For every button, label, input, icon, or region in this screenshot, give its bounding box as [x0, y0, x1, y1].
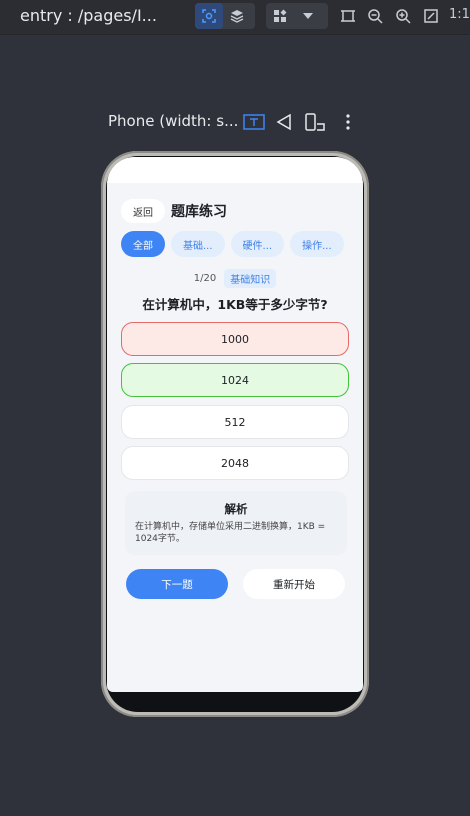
top-toolbar: entry : /pages/I... 1:1 [0, 0, 470, 35]
chevron-down-icon[interactable] [294, 3, 322, 29]
category-tabs: 全部 基础... 硬件... 操作... [121, 231, 344, 257]
tab-all[interactable]: 全部 [121, 231, 165, 257]
restart-button[interactable]: 重新开始 [243, 569, 345, 599]
page-title: 题库练习 [171, 204, 227, 220]
frame-icon[interactable] [336, 4, 360, 28]
entry-title[interactable]: entry : /pages/I... [20, 6, 157, 25]
zoom-ratio[interactable]: 1:1 [449, 7, 470, 22]
progress-counter: 1/20 [193, 273, 217, 284]
layers-icon[interactable] [223, 3, 251, 29]
more-icon[interactable] [337, 112, 359, 132]
back-button[interactable]: 返回 [121, 199, 165, 223]
option-c[interactable]: 512 [121, 405, 349, 439]
device-screen: 返回 题库练习 全部 基础... 硬件... 操作... 1/20 基础知识 在… [107, 157, 363, 692]
status-bar [107, 157, 363, 183]
fit-icon[interactable] [419, 4, 443, 28]
text-icon[interactable] [243, 112, 265, 132]
components-icon[interactable] [266, 3, 294, 29]
question-text: 在计算机中，1KB等于多少字节? [142, 297, 328, 312]
option-a[interactable]: 1000 [121, 322, 349, 356]
device-label[interactable]: Phone (width: s... [108, 112, 238, 130]
progress-row: 1/20 基础知识 [107, 269, 363, 288]
rotate-icon[interactable] [273, 112, 295, 132]
tab-operation[interactable]: 操作... [290, 231, 344, 257]
explanation-title: 解析 [224, 502, 248, 516]
inspect-group [195, 3, 255, 29]
option-d[interactable]: 2048 [121, 446, 349, 480]
zoom-in-icon[interactable] [391, 4, 415, 28]
explanation-card: 解析 在计算机中，存储单位采用二进制换算，1KB = 1024字节。 [125, 491, 347, 555]
option-b[interactable]: 1024 [121, 363, 349, 397]
tab-basic[interactable]: 基础... [171, 231, 225, 257]
category-badge: 基础知识 [224, 269, 277, 288]
next-question-button[interactable]: 下一题 [126, 569, 228, 599]
components-group [266, 3, 328, 29]
device-switch-icon[interactable] [304, 112, 326, 132]
zoom-out-icon[interactable] [363, 4, 387, 28]
inspect-icon[interactable] [195, 3, 223, 29]
explanation-text: 在计算机中，存储单位采用二进制换算，1KB = 1024字节。 [135, 522, 326, 544]
tab-hardware[interactable]: 硬件... [230, 231, 285, 257]
